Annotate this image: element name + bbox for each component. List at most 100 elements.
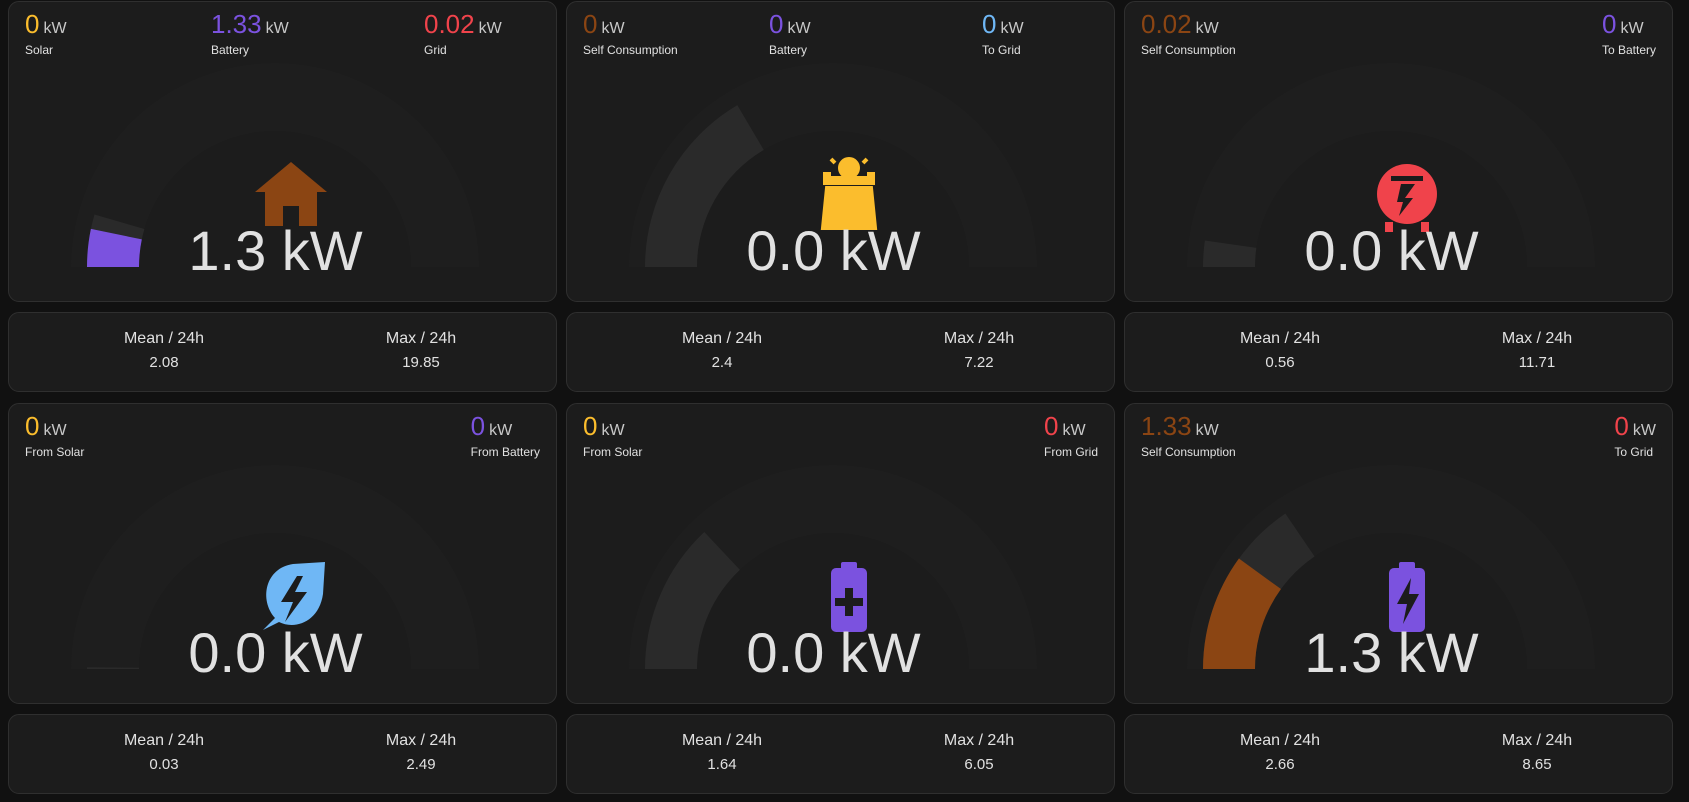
- reading-label: Self Consumption: [1141, 43, 1236, 57]
- mean-24h-stat-value: 1.64: [707, 756, 737, 773]
- green-energy-stats-card[interactable]: Mean / 24h 0.03 Max / 24h 2.49: [8, 714, 557, 794]
- reading-label: To Grid: [1614, 445, 1654, 459]
- reading-grid[interactable]: 0.02 kW Grid: [424, 8, 502, 57]
- current-power-value: 0.0 kW: [188, 621, 363, 684]
- reading-unit: kW: [601, 422, 625, 439]
- reading-label: From Battery: [470, 445, 540, 459]
- reading-label: From Grid: [1044, 445, 1098, 459]
- mean-24h-stat-label: Mean / 24h: [1239, 330, 1321, 347]
- reading-value: 0: [1601, 9, 1617, 39]
- reading-unit: kW: [1632, 422, 1656, 439]
- grid-stats-card[interactable]: Mean / 24h 0.56 Max / 24h 11.71: [1124, 312, 1673, 392]
- max-24h-stat-label: Max / 24h: [385, 330, 457, 347]
- green-energy-card[interactable]: 0 kW From Solar 0 kW From Battery 0.0 kW: [8, 403, 557, 704]
- max-24h-stat-label: Max / 24h: [385, 732, 457, 749]
- reading-value: 0: [982, 9, 997, 39]
- reading-to-grid[interactable]: 0 kW To Grid: [982, 8, 1024, 57]
- mean-24h-stat-label: Mean / 24h: [123, 732, 205, 749]
- max-24h-stat-value: 6.05: [964, 756, 994, 773]
- reading-unit: kW: [787, 20, 811, 37]
- reading-from-battery[interactable]: 0 kW From Battery: [471, 410, 540, 459]
- reading-self-consumption[interactable]: 0.02 kW Self Consumption: [1141, 8, 1236, 57]
- mean-24h-stat: Mean / 24h 2.08: [84, 329, 244, 373]
- reading-self-consumption[interactable]: 0 kW Self Consumption: [583, 8, 678, 57]
- reading-unit: kW: [1000, 20, 1024, 37]
- reading-unit: kW: [1620, 20, 1644, 37]
- battery-discharge-stats-card[interactable]: Mean / 24h 2.66 Max / 24h 8.65: [1124, 714, 1673, 794]
- grid-card[interactable]: 0.02 kW Self Consumption 0 kW To Battery 0.0 k…: [1124, 1, 1673, 302]
- mean-24h-stat-label: Mean / 24h: [1239, 732, 1321, 749]
- reading-value: 0: [25, 9, 40, 39]
- battery-charge-card[interactable]: 0 kW From Solar 0 kW From Grid 0.0 kW: [566, 403, 1115, 704]
- reading-battery[interactable]: 0 kW Battery: [769, 8, 811, 57]
- reading-unit: kW: [43, 20, 67, 37]
- reading-value: 0: [583, 9, 598, 39]
- reading-to-grid[interactable]: 0 kW To Grid: [1614, 410, 1656, 459]
- reading-battery[interactable]: 1.33 kW Battery: [211, 8, 289, 57]
- reading-value: 0: [470, 411, 486, 441]
- reading-label: To Battery: [1601, 43, 1656, 57]
- mean-24h-stat-label: Mean / 24h: [681, 732, 763, 749]
- max-24h-stat-value: 19.85: [402, 354, 440, 371]
- reading-to-battery[interactable]: 0 kW To Battery: [1602, 8, 1656, 57]
- reading-value: 1.33: [1141, 411, 1192, 441]
- reading-label: Grid: [424, 43, 447, 57]
- reading-label: Self Consumption: [1141, 445, 1236, 459]
- max-24h-stat: Max / 24h 6.05: [899, 731, 1059, 775]
- mean-24h-stat: Mean / 24h 2.4: [642, 329, 802, 373]
- reading-from-grid[interactable]: 0 kW From Grid: [1044, 410, 1098, 459]
- mean-24h-stat-value: 0.56: [1265, 354, 1295, 371]
- max-24h-stat: Max / 24h 11.71: [1457, 329, 1617, 373]
- max-24h-stat-label: Max / 24h: [943, 330, 1015, 347]
- reading-value: 0: [1614, 411, 1629, 441]
- reading-solar[interactable]: 0 kW Solar: [25, 8, 67, 57]
- mean-24h-stat: Mean / 24h 2.66: [1200, 731, 1360, 775]
- reading-unit: kW: [1195, 422, 1219, 439]
- mean-24h-stat: Mean / 24h 0.03: [84, 731, 244, 775]
- reading-label: From Solar: [583, 445, 643, 459]
- mean-24h-stat-label: Mean / 24h: [681, 330, 763, 347]
- max-24h-stat: Max / 24h 7.22: [899, 329, 1059, 373]
- reading-value: 0.02: [1141, 9, 1192, 39]
- reading-value: 0: [583, 411, 598, 441]
- max-24h-stat-value: 11.71: [1518, 354, 1556, 371]
- max-24h-stat-value: 7.22: [964, 354, 994, 371]
- reading-unit: kW: [489, 422, 513, 439]
- reading-label: To Grid: [982, 43, 1021, 57]
- reading-label: Self Consumption: [583, 43, 678, 57]
- current-power-value: 0.0 kW: [1304, 219, 1479, 282]
- reading-value: 0: [25, 411, 40, 441]
- reading-label: Battery: [769, 43, 808, 57]
- reading-unit: kW: [1195, 20, 1219, 37]
- current-power-value: 1.3 kW: [188, 219, 363, 282]
- max-24h-stat-value: 2.49: [406, 756, 436, 773]
- mean-24h-stat-value: 0.03: [149, 756, 179, 773]
- home-card[interactable]: 0 kW Solar 1.33 kW Battery 0.02 kW Grid 1.3 kW: [8, 1, 557, 302]
- reading-label: Solar: [25, 43, 54, 57]
- battery-charge-stats-card[interactable]: Mean / 24h 1.64 Max / 24h 6.05: [566, 714, 1115, 794]
- max-24h-stat-value: 8.65: [1522, 756, 1552, 773]
- reading-unit: kW: [601, 20, 625, 37]
- current-power-value: 0.0 kW: [746, 621, 921, 684]
- battery-discharge-card[interactable]: 1.33 kW Self Consumption 0 kW To Grid 1.3 kW: [1124, 403, 1673, 704]
- reading-label: From Solar: [25, 445, 85, 459]
- reading-self-consumption[interactable]: 1.33 kW Self Consumption: [1141, 410, 1236, 459]
- reading-unit: kW: [265, 20, 289, 37]
- reading-unit: kW: [1062, 422, 1086, 439]
- reading-value: 0: [1044, 411, 1059, 441]
- max-24h-stat-label: Max / 24h: [1501, 732, 1573, 749]
- max-24h-stat: Max / 24h 8.65: [1457, 731, 1617, 775]
- solar-card[interactable]: 0 kW Self Consumption 0 kW Battery 0 kW To Grid 0…: [566, 1, 1115, 302]
- solar-stats-card[interactable]: Mean / 24h 2.4 Max / 24h 7.22: [566, 312, 1115, 392]
- mean-24h-stat: Mean / 24h 0.56: [1200, 329, 1360, 373]
- current-power-value: 1.3 kW: [1304, 621, 1479, 684]
- reading-from-solar[interactable]: 0 kW From Solar: [25, 410, 84, 459]
- current-power-value: 0.0 kW: [746, 219, 921, 282]
- reading-unit: kW: [478, 20, 502, 37]
- max-24h-stat-label: Max / 24h: [943, 732, 1015, 749]
- reading-unit: kW: [43, 422, 67, 439]
- mean-24h-stat-label: Mean / 24h: [123, 330, 205, 347]
- home-stats-card[interactable]: Mean / 24h 2.08 Max / 24h 19.85: [8, 312, 557, 392]
- reading-value: 1.33: [211, 9, 262, 39]
- reading-from-solar[interactable]: 0 kW From Solar: [583, 410, 642, 459]
